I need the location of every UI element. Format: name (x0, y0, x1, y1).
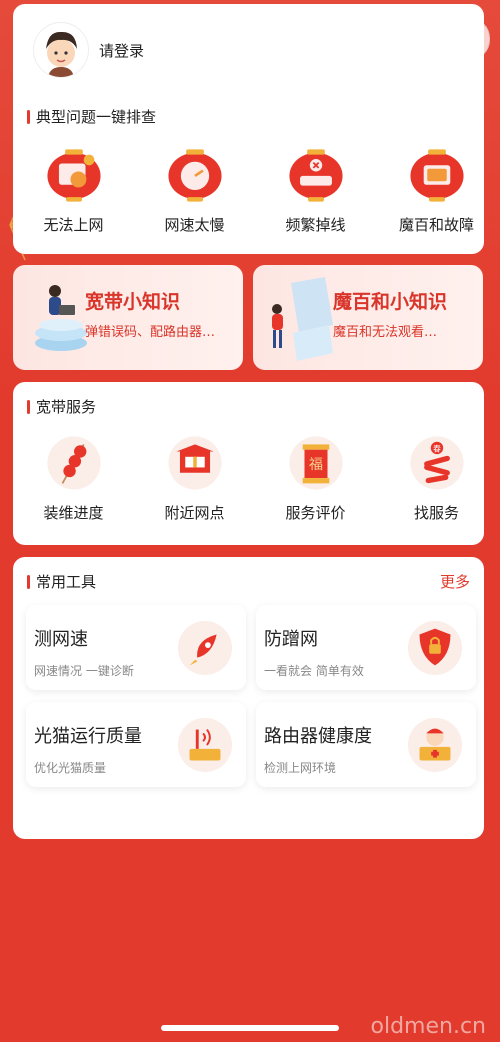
issue-label: 魔百和故障 (398, 216, 474, 234)
banner-subtitle: 魔百和无法观看… (333, 325, 438, 340)
tool-subtitle: 一看就会 简单有效 (264, 664, 364, 678)
broadband-service-card: 宽带服务 装维进度 附近网点 福 服务评价 春 找服务 (13, 382, 484, 545)
issue-label: 无法上网 (43, 216, 104, 234)
modem-icon (177, 717, 233, 773)
common-tools-card: 常用工具 更多 测网速 网速情况 一键诊断 防蹭网 一看就会 简单有效 光猫运行… (13, 557, 484, 839)
tool-title: 路由器健康度 (264, 726, 372, 747)
speedometer-lantern-icon (167, 149, 222, 202)
avatar-cartoon-icon (46, 31, 77, 77)
tool-subtitle: 检测上网环境 (264, 761, 337, 775)
candied-haws-icon (46, 436, 101, 490)
fu-scroll-icon: 福 (288, 436, 343, 490)
issue-tv-box-fault[interactable]: 魔百和故障 (376, 144, 484, 235)
rocket-icon (177, 620, 233, 676)
globe-lantern-icon (46, 149, 101, 202)
tool-speed-test[interactable]: 测网速 网速情况 一键诊断 (26, 605, 246, 690)
tool-title: 防蹭网 (264, 629, 318, 650)
banner-title: 宽带小知识 (85, 291, 181, 313)
service-label: 装维进度 (43, 504, 104, 522)
tool-router-health[interactable]: 路由器健康度 检测上网环境 (256, 702, 476, 787)
issue-frequent-drop[interactable]: 频繁掉线 (255, 144, 376, 235)
tool-title: 光猫运行质量 (34, 726, 142, 747)
firecracker-icon: 春 (409, 436, 464, 490)
issue-label: 网速太慢 (164, 216, 225, 234)
common-tools-title: 常用工具 (27, 571, 96, 592)
typical-issues-title-text: 典型问题一键排查 (36, 108, 157, 126)
tv-box-knowledge-banner[interactable]: 魔百和小知识 魔百和无法观看… (253, 265, 483, 370)
svg-text:春: 春 (433, 443, 441, 453)
typical-issues-title: 典型问题一键排查 (27, 106, 156, 127)
service-label: 服务评价 (285, 504, 346, 522)
service-label: 附近网点 (164, 504, 225, 522)
shield-lock-icon (407, 620, 463, 676)
login-row[interactable]: 请登录 (33, 22, 144, 78)
banner-subtitle: 弹错误码、配路由器… (85, 325, 216, 340)
broadband-service-title-text: 宽带服务 (36, 398, 97, 416)
issue-label: 频繁掉线 (285, 216, 346, 234)
tool-anti-leech[interactable]: 防蹭网 一看就会 简单有效 (256, 605, 476, 690)
issue-no-internet[interactable]: 无法上网 (13, 144, 134, 235)
broadband-service-title: 宽带服务 (27, 396, 96, 417)
banner-title: 魔百和小知识 (333, 291, 448, 313)
router-lantern-icon (288, 149, 343, 202)
broadband-knowledge-banner[interactable]: 宽带小知识 弹错误码、配路由器… (13, 265, 243, 370)
home-indicator[interactable] (161, 1025, 339, 1031)
tool-title: 测网速 (34, 629, 88, 650)
more-link[interactable]: 更多 (440, 571, 470, 592)
tool-subtitle: 优化光猫质量 (34, 761, 107, 775)
gate-icon (167, 436, 222, 490)
typical-issues-card: 请登录 典型问题一键排查 无法上网 网速太慢 频繁掉线 魔百和故障 (13, 4, 484, 254)
issue-slow-speed[interactable]: 网速太慢 (134, 144, 255, 235)
service-label: 找服务 (413, 504, 459, 522)
tool-subtitle: 网速情况 一键诊断 (34, 664, 134, 678)
person-screen-illustration (272, 277, 333, 361)
typical-issues-grid: 无法上网 网速太慢 频繁掉线 魔百和故障 (13, 144, 484, 235)
service-find[interactable]: 春 找服务 (376, 432, 484, 523)
router-doctor-icon (407, 717, 463, 773)
svg-text:福: 福 (308, 457, 322, 473)
broadband-service-grid: 装维进度 附近网点 福 服务评价 春 找服务 (13, 432, 484, 523)
watermark: oldmen.cn (370, 1014, 486, 1039)
avatar[interactable] (33, 22, 89, 78)
service-rating[interactable]: 福 服务评价 (255, 432, 376, 523)
tv-lantern-icon (409, 149, 464, 202)
service-install-progress[interactable]: 装维进度 (13, 432, 134, 523)
person-laptop-illustration (35, 285, 87, 351)
tool-modem-quality[interactable]: 光猫运行质量 优化光猫质量 (26, 702, 246, 787)
common-tools-title-text: 常用工具 (36, 573, 97, 591)
service-nearby-outlets[interactable]: 附近网点 (134, 432, 255, 523)
login-text[interactable]: 请登录 (99, 40, 144, 61)
